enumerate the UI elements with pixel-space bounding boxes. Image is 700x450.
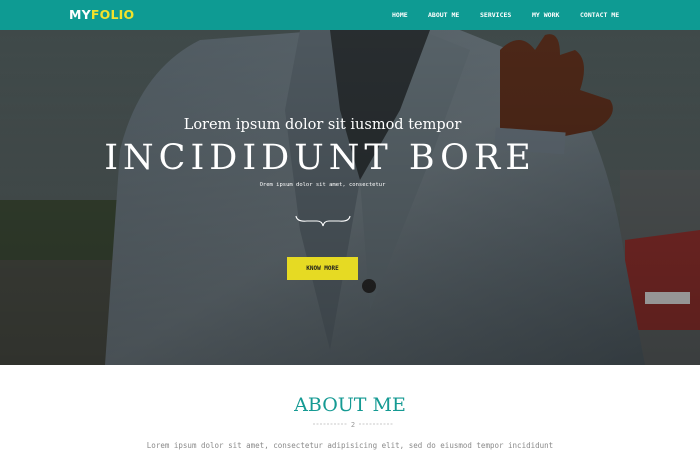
know-more-button[interactable]: KNOW MORE — [287, 257, 358, 280]
nav-link-services[interactable]: SERVICES — [480, 11, 511, 19]
about-paragraph: Lorem ipsum dolor sit amet, consectetur … — [146, 441, 554, 450]
nav-link-my-work[interactable]: MY WORK — [532, 11, 559, 19]
hero-section: Lorem ipsum dolor sit iusmod tempor INCI… — [0, 30, 700, 365]
logo-part-folio: FOLIO — [90, 7, 135, 22]
about-section-title: ABOUT ME — [294, 394, 406, 416]
curly-brace-divider-icon — [295, 215, 351, 227]
nav-link-contact-me[interactable]: CONTACT ME — [580, 11, 619, 19]
section-divider-icon: 2 — [313, 421, 393, 428]
nav-link-home[interactable]: HOME — [392, 11, 408, 19]
hero-title: INCIDIDUNT BORE — [104, 138, 536, 178]
hero-subtitle: Lorem ipsum dolor sit iusmod tempor — [183, 117, 462, 133]
nav-link-about-me[interactable]: ABOUT ME — [428, 11, 459, 19]
hero-background-image — [0, 30, 700, 365]
site-logo[interactable]: MYFOLIO — [69, 7, 134, 22]
svg-text:2: 2 — [351, 421, 355, 428]
top-navbar: MYFOLIO HOME ABOUT ME SERVICES MY WORK C… — [0, 0, 700, 30]
hero-caption: Orem ipsum dolor sit amet, consectetur — [259, 182, 386, 188]
logo-part-my: MY — [69, 7, 91, 22]
